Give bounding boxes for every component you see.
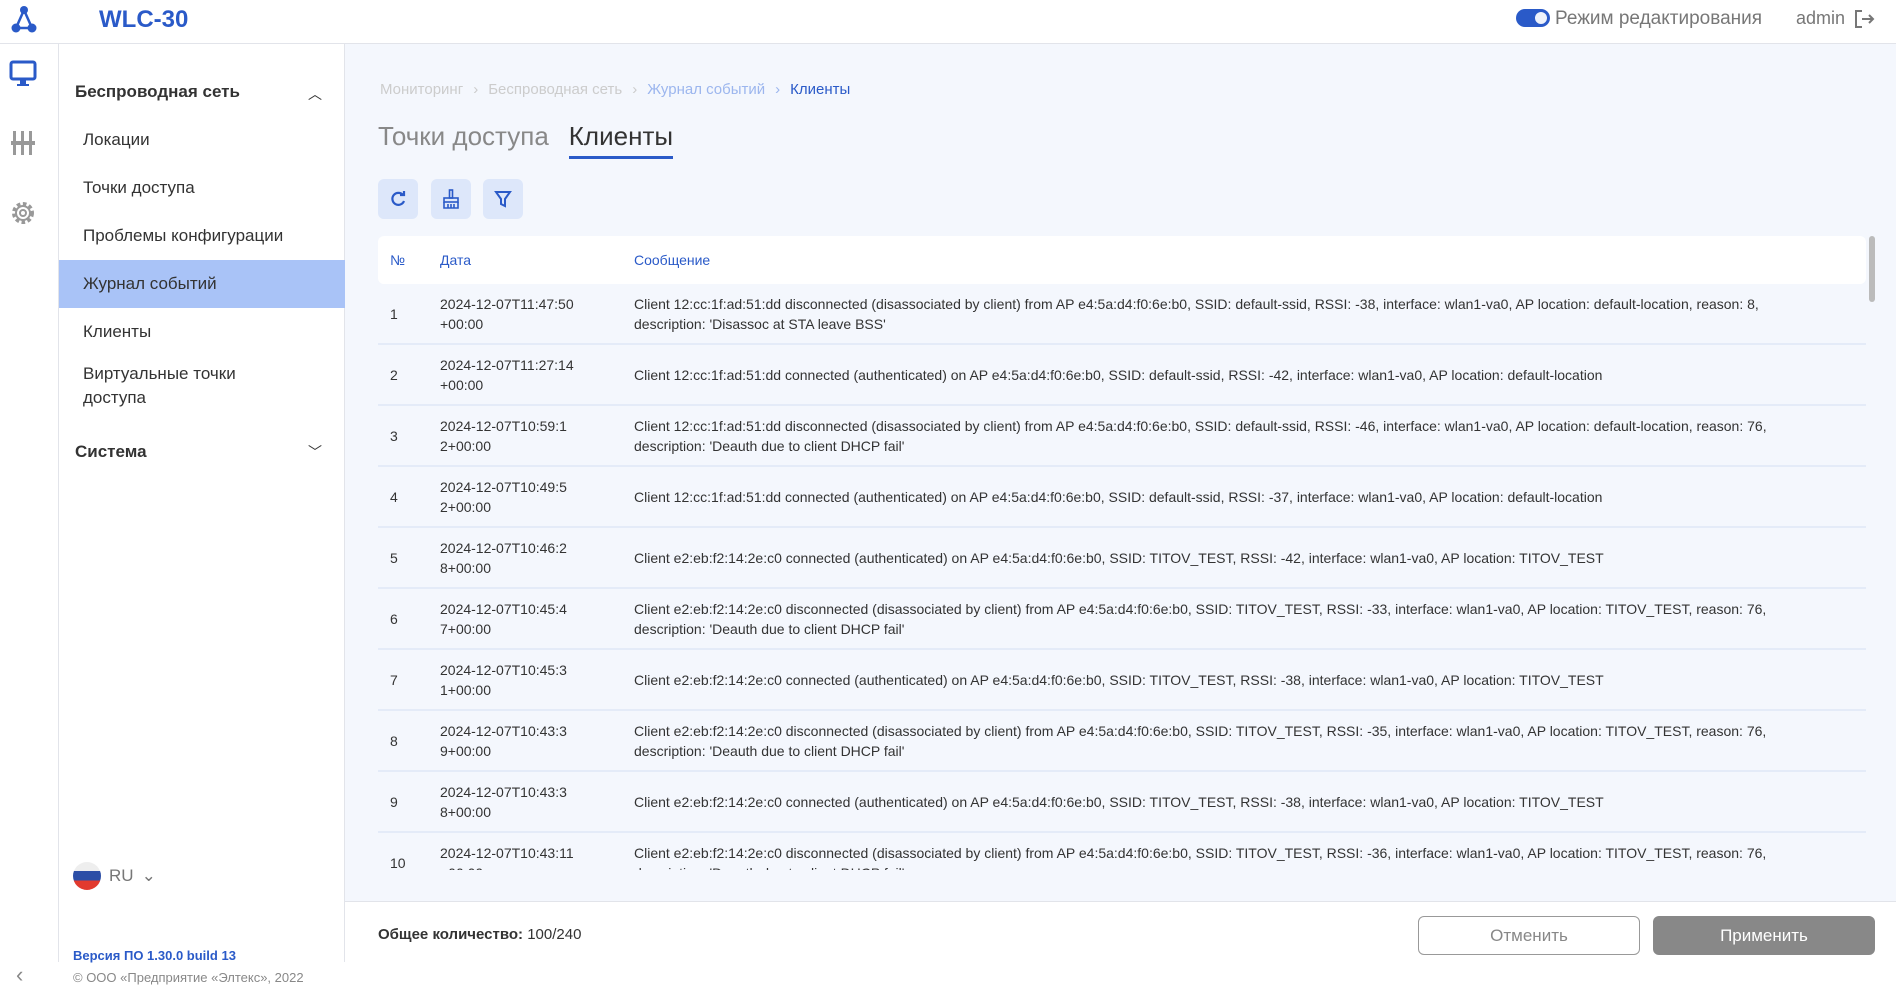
- sidebar-item-virtual-aps[interactable]: Виртуальные точки доступа: [59, 356, 259, 416]
- refresh-button[interactable]: [378, 179, 418, 219]
- table-row[interactable]: 10 2024-12-07T10:43:11+00:00 Client e2:eb:…: [378, 833, 1866, 871]
- sidebar-section-wireless[interactable]: Беспроводная сеть: [75, 82, 240, 102]
- row-message: Client e2:eb:f2:14:2e:c0 connected (auth…: [634, 549, 1604, 566]
- footer: Общее количество: 100/240 Отменить Приме…: [345, 901, 1896, 962]
- row-date: 2024-12-07T11:27:14+00:00: [440, 356, 574, 393]
- row-message: Client e2:eb:f2:14:2e:c0 connected (auth…: [634, 793, 1604, 810]
- row-number: 8: [390, 732, 398, 749]
- table-row[interactable]: 3 2024-12-07T10:59:12+00:00 Client 12:cc:1…: [378, 406, 1866, 467]
- icon-rail: ‹: [0, 44, 59, 987]
- row-date: 2024-12-07T10:46:28+00:00: [440, 539, 567, 576]
- sidebar-item-locations[interactable]: Локации: [59, 116, 345, 164]
- row-message: Client 12:cc:1f:ad:51:dd disconnected (d…: [634, 417, 1767, 454]
- row-date: 2024-12-07T10:49:52+00:00: [440, 478, 567, 515]
- version-link[interactable]: Версия ПО 1.30.0 build 13: [73, 948, 236, 963]
- row-date: 2024-12-07T10:43:38+00:00: [440, 783, 567, 820]
- row-message: Client 12:cc:1f:ad:51:dd connected (auth…: [634, 488, 1603, 505]
- breadcrumb-clients: Клиенты: [790, 81, 851, 98]
- chevron-down-icon: ⌄: [141, 866, 156, 885]
- filter-icon: [494, 191, 512, 208]
- row-number: 9: [390, 793, 398, 810]
- breadcrumb-event-log[interactable]: Журнал событий: [647, 81, 765, 98]
- breadcrumb: Мониторинг › Беспроводная сеть › Журнал со…: [380, 81, 851, 98]
- row-message: Client 12:cc:1f:ad:51:dd disconnected (d…: [634, 295, 1759, 332]
- breadcrumb-monitoring[interactable]: Мониторинг: [380, 81, 463, 98]
- table-row[interactable]: 1 2024-12-07T11:47:50+00:00 Client 12:cc:1…: [378, 284, 1866, 345]
- row-number: 1: [390, 305, 398, 322]
- copyright: © ООО «Предприятие «Элтекс», 2022: [73, 970, 304, 985]
- breadcrumb-wireless[interactable]: Беспроводная сеть: [488, 81, 622, 98]
- row-number: 4: [390, 488, 398, 505]
- table-row[interactable]: 8 2024-12-07T10:43:39+00:00 Client e2:eb:f…: [378, 711, 1866, 772]
- tab-clients[interactable]: Клиенты: [568, 121, 674, 159]
- column-number[interactable]: №: [378, 252, 440, 268]
- table-header: № Дата Сообщение: [378, 236, 1866, 284]
- events-table: № Дата Сообщение 1 2024-12-07T11:47:50+00…: [378, 236, 1866, 870]
- logout-icon[interactable]: [1853, 8, 1875, 30]
- monitor-icon[interactable]: [8, 58, 38, 88]
- tab-access-points[interactable]: Точки доступа: [378, 121, 549, 159]
- top-bar: WLC-30 Режим редактирования admin: [0, 0, 1896, 44]
- apply-button[interactable]: Применить: [1653, 916, 1875, 955]
- table-row[interactable]: 4 2024-12-07T10:49:52+00:00 Client 12:cc:1…: [378, 467, 1866, 528]
- gear-icon[interactable]: [8, 198, 38, 228]
- sidebar-item-clients[interactable]: Клиенты: [59, 308, 345, 356]
- user-name: admin: [1796, 8, 1846, 28]
- app-title: WLC-30: [99, 6, 189, 33]
- table-row[interactable]: 9 2024-12-07T10:43:38+00:00 Client e2:eb:f…: [378, 772, 1866, 833]
- sidebar-item-access-points[interactable]: Точки доступа: [59, 164, 345, 212]
- table-row[interactable]: 5 2024-12-07T10:46:28+00:00 Client e2:eb:f…: [378, 528, 1866, 589]
- total-label: Общее количество:: [378, 926, 524, 943]
- refresh-icon: [391, 191, 406, 206]
- language-select[interactable]: RU ⌄: [73, 862, 156, 890]
- sidebar: Беспроводная сеть ︿ Локации Точки доступ…: [59, 44, 345, 985]
- collapse-sidebar-button[interactable]: ‹: [16, 962, 23, 988]
- row-date: 2024-12-07T10:43:11+00:00: [440, 844, 574, 871]
- row-date: 2024-12-07T10:45:31+00:00: [440, 661, 567, 698]
- table-row[interactable]: 7 2024-12-07T10:45:31+00:00 Client e2:eb:f…: [378, 650, 1866, 711]
- row-message: Client e2:eb:f2:14:2e:c0 disconnected (d…: [634, 722, 1767, 759]
- total-count: Общее количество: 100/240: [378, 926, 581, 943]
- column-date[interactable]: Дата: [440, 252, 634, 268]
- filter-button[interactable]: [483, 179, 523, 219]
- broom-icon: [443, 189, 459, 209]
- table-row[interactable]: 2 2024-12-07T11:27:14+00:00 Client 12:cc:1…: [378, 345, 1866, 406]
- language-label: RU: [109, 866, 134, 885]
- row-date: 2024-12-07T10:43:39+00:00: [440, 722, 567, 759]
- tabs: Точки доступа Клиенты: [378, 121, 674, 159]
- row-message: Client e2:eb:f2:14:2e:c0 connected (auth…: [634, 671, 1604, 688]
- row-date: 2024-12-07T10:59:12+00:00: [440, 417, 567, 454]
- row-number: 6: [390, 610, 398, 627]
- chevron-down-icon[interactable]: ﹀: [308, 442, 322, 462]
- table-row[interactable]: 6 2024-12-07T10:45:47+00:00 Client e2:eb:f…: [378, 589, 1866, 650]
- cancel-button[interactable]: Отменить: [1418, 916, 1640, 955]
- total-value: 100/240: [527, 926, 582, 943]
- column-message[interactable]: Сообщение: [634, 252, 1866, 268]
- row-number: 7: [390, 671, 398, 688]
- row-number: 5: [390, 549, 398, 566]
- sidebar-item-event-log[interactable]: Журнал событий: [59, 260, 345, 308]
- main-content: Мониторинг › Беспроводная сеть › Журнал со…: [345, 44, 1896, 901]
- logo-icon: [11, 6, 37, 33]
- row-number: 2: [390, 366, 398, 383]
- row-message: Client e2:eb:f2:14:2e:c0 disconnected (d…: [634, 844, 1767, 871]
- clear-button[interactable]: [431, 179, 471, 219]
- row-number: 10: [390, 854, 406, 871]
- row-date: 2024-12-07T11:47:50+00:00: [440, 295, 574, 332]
- sidebar-item-config-problems[interactable]: Проблемы конфигурации: [59, 212, 345, 260]
- scrollbar[interactable]: [1869, 236, 1875, 302]
- sidebar-section-system[interactable]: Система: [75, 442, 147, 462]
- row-message: Client e2:eb:f2:14:2e:c0 disconnected (d…: [634, 600, 1767, 637]
- edit-mode-toggle[interactable]: [1516, 9, 1550, 27]
- edit-mode-label: Режим редактирования: [1555, 8, 1763, 29]
- row-message: Client 12:cc:1f:ad:51:dd connected (auth…: [634, 366, 1603, 383]
- chevron-up-icon[interactable]: ︿: [308, 84, 322, 104]
- sliders-icon[interactable]: [8, 128, 38, 158]
- row-number: 3: [390, 427, 398, 444]
- flag-ru-icon: [73, 862, 101, 890]
- row-date: 2024-12-07T10:45:47+00:00: [440, 600, 567, 637]
- table-body: 1 2024-12-07T11:47:50+00:00 Client 12:cc:1…: [378, 284, 1866, 870]
